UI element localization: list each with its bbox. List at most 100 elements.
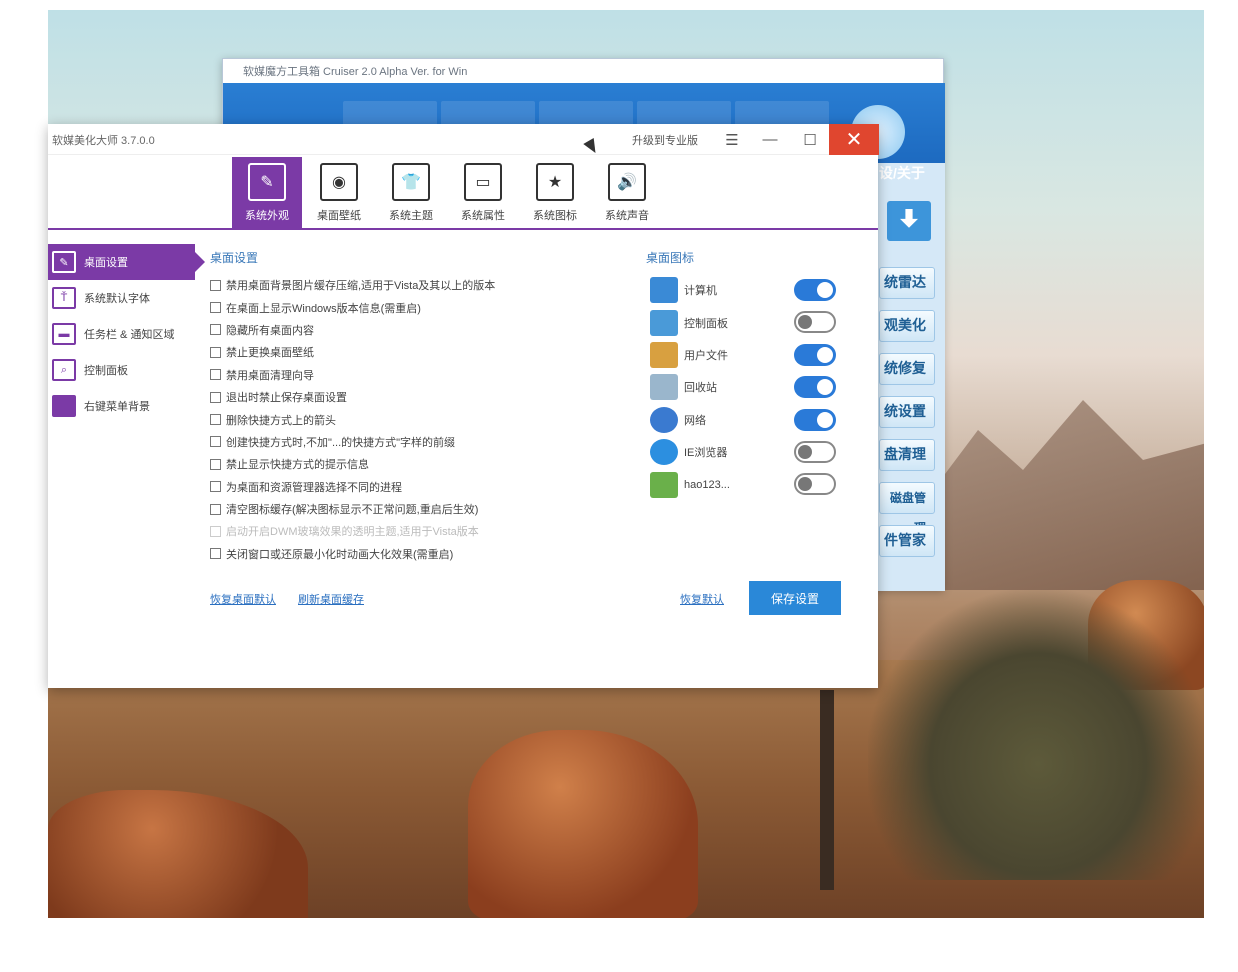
option-checkbox[interactable]: 隐藏所有桌面内容 [210,319,630,341]
tab-system-properties[interactable]: ▭ 系统属性 [448,157,518,228]
user-files-toggle[interactable] [794,343,836,366]
option-label: 启动开启DWM玻璃效果的透明主题,适用于Vista版本 [226,526,479,539]
computer-toggle[interactable] [794,279,836,301]
desktop-icon-label: 计算机 [684,285,717,298]
ie-toggle[interactable] [794,440,836,463]
toolbox-side-button[interactable]: 统雷达 [879,267,935,299]
beautify-master-window[interactable]: 软媒美化大师 3.7.0.0 升级到专业版 ☰ — ☐ ✕ ✎ 系统外观 ◉ 桌… [48,124,879,688]
hao123-toggle[interactable] [794,473,836,496]
toolbox-side-button[interactable]: 统修复 [879,353,935,385]
font-icon: Ť [52,287,76,309]
checkbox[interactable] [210,279,221,291]
download-icon[interactable] [887,201,931,241]
properties-icon: ▭ [464,163,502,201]
sidebar-item-label: 任务栏 & 通知区域 [84,329,175,341]
toolbox-titlebar: 软媒魔方工具箱 Cruiser 2.0 Alpha Ver. for Win [223,59,943,83]
sidebar-item-label: 系统默认字体 [84,293,150,305]
checkbox[interactable] [210,414,221,426]
desktop-icon-label: 控制面板 [684,317,728,330]
minimize-icon[interactable]: — [750,124,790,155]
checkbox[interactable] [210,391,221,403]
about-label[interactable]: 设/关于 [879,163,947,185]
sidebar-item-context-menu[interactable]: 右键菜单背景 [48,388,198,424]
control-panel-icon: ⌕ [52,359,76,381]
checkbox[interactable] [210,458,221,470]
menu-icon[interactable]: ☰ [712,124,752,155]
option-label: 禁用桌面背景图片缓存压缩,适用于Vista及其以上的版本 [226,280,496,293]
checkbox[interactable] [210,302,221,314]
wallpaper-icon: ◉ [320,163,358,201]
restore-desktop-default-link[interactable]: 恢复桌面默认 [210,591,276,607]
option-label: 禁止显示快捷方式的提示信息 [226,459,369,472]
toolbox-side-button[interactable]: 盘清理 [879,439,935,471]
desktop-icon-row: 回收站 [648,371,848,403]
option-checkbox[interactable]: 禁用桌面清理向导 [210,364,630,386]
save-settings-button[interactable]: 保存设置 [749,581,841,615]
sidebar-item-control-panel[interactable]: ⌕ 控制面板 [48,352,198,388]
upgrade-link[interactable]: 升级到专业版 [632,132,698,148]
network-toggle[interactable] [794,408,836,431]
option-checkbox[interactable]: 禁止显示快捷方式的提示信息 [210,453,630,475]
toolbox-side-button[interactable]: 件管家 [879,525,935,557]
option-checkbox[interactable]: 删除快捷方式上的箭头 [210,408,630,430]
close-icon[interactable]: ✕ [829,124,879,155]
sidebar-item-label: 控制面板 [84,365,128,377]
tab-system-appearance[interactable]: ✎ 系统外观 [232,157,302,228]
checkbox[interactable] [210,503,221,515]
computer-icon [650,277,678,304]
recycle-bin-icon [650,374,678,401]
option-label: 禁止更换桌面壁纸 [226,347,314,360]
option-label: 在桌面上显示Windows版本信息(需重启) [226,302,421,315]
tab-label: 桌面壁纸 [317,210,361,222]
toolbox-side-button[interactable]: 统设置 [879,396,935,428]
option-checkbox[interactable]: 退出时禁止保存桌面设置 [210,386,630,408]
sidebar-item-desktop-settings[interactable]: ✎ 桌面设置 [48,244,205,280]
sound-icon: 🔊 [608,163,646,201]
tab-label: 系统属性 [461,210,505,222]
taskbar-icon: ▬ [52,323,76,345]
desktop-icon-label: 网络 [684,414,706,427]
desktop-icon-row: 控制面板 [648,306,848,338]
checkbox[interactable] [210,369,221,381]
control-panel-icon [650,309,678,336]
control-panel-toggle[interactable] [794,311,836,334]
tab-system-sound[interactable]: 🔊 系统声音 [592,157,662,228]
checkbox[interactable] [210,324,221,336]
sidebar-item-taskbar[interactable]: ▬ 任务栏 & 通知区域 [48,316,198,352]
option-label: 禁用桌面清理向导 [226,369,314,382]
top-tabs: ✎ 系统外观 ◉ 桌面壁纸 👕 系统主题 ▭ 系统属性 ★ 系统图标 🔊 系统声… [48,155,878,230]
toolbox-title: 软媒魔方工具箱 Cruiser 2.0 Alpha Ver. for Win [243,66,468,78]
toolbox-side-button[interactable]: 磁盘管理 [879,482,935,535]
tab-system-icons[interactable]: ★ 系统图标 [520,157,590,228]
option-checkbox[interactable]: 关闭窗口或还原最小化时动画大化效果(需重启) [210,543,630,565]
option-checkbox[interactable]: 禁止更换桌面壁纸 [210,341,630,363]
tab-system-theme[interactable]: 👕 系统主题 [376,157,446,228]
tab-desktop-wallpaper[interactable]: ◉ 桌面壁纸 [304,157,374,228]
option-label: 隐藏所有桌面内容 [226,324,314,337]
desktop-icons-title: 桌面图标 [646,251,695,265]
option-checkbox[interactable]: 禁用桌面背景图片缓存压缩,适用于Vista及其以上的版本 [210,274,630,296]
sidebar-item-label: 桌面设置 [84,257,128,269]
checkbox[interactable] [210,548,221,560]
reset-default-link[interactable]: 恢复默认 [680,591,724,607]
checkbox[interactable] [210,481,221,493]
option-checkbox[interactable]: 创建快捷方式时,不加"...的快捷方式"字样的前缀 [210,431,630,453]
checkbox[interactable] [210,436,221,448]
option-checkbox[interactable]: 为桌面和资源管理器选择不同的进程 [210,476,630,498]
star-icon: ★ [536,163,574,201]
checkbox[interactable] [210,346,221,358]
option-checkbox[interactable]: 清空图标缓存(解决图标显示不正常问题,重启后生效) [210,498,630,520]
option-label: 为桌面和资源管理器选择不同的进程 [226,481,402,494]
user-files-icon [650,341,678,368]
wallpaper-tree [820,690,834,890]
sidebar: ✎ 桌面设置 Ť 系统默认字体 ▬ 任务栏 & 通知区域 ⌕ 控制面板 右键菜单… [48,244,205,424]
sidebar-item-default-font[interactable]: Ť 系统默认字体 [48,280,198,316]
option-checkbox[interactable]: 在桌面上显示Windows版本信息(需重启) [210,296,630,318]
network-icon [650,406,678,433]
desktop-settings-icon: ✎ [52,251,76,273]
toolbox-side-button[interactable]: 观美化 [879,310,935,342]
refresh-desktop-cache-link[interactable]: 刷新桌面缓存 [298,591,364,607]
recycle-bin-toggle[interactable] [794,376,836,399]
wallpaper-rock [468,730,698,918]
maximize-icon[interactable]: ☐ [790,124,830,155]
